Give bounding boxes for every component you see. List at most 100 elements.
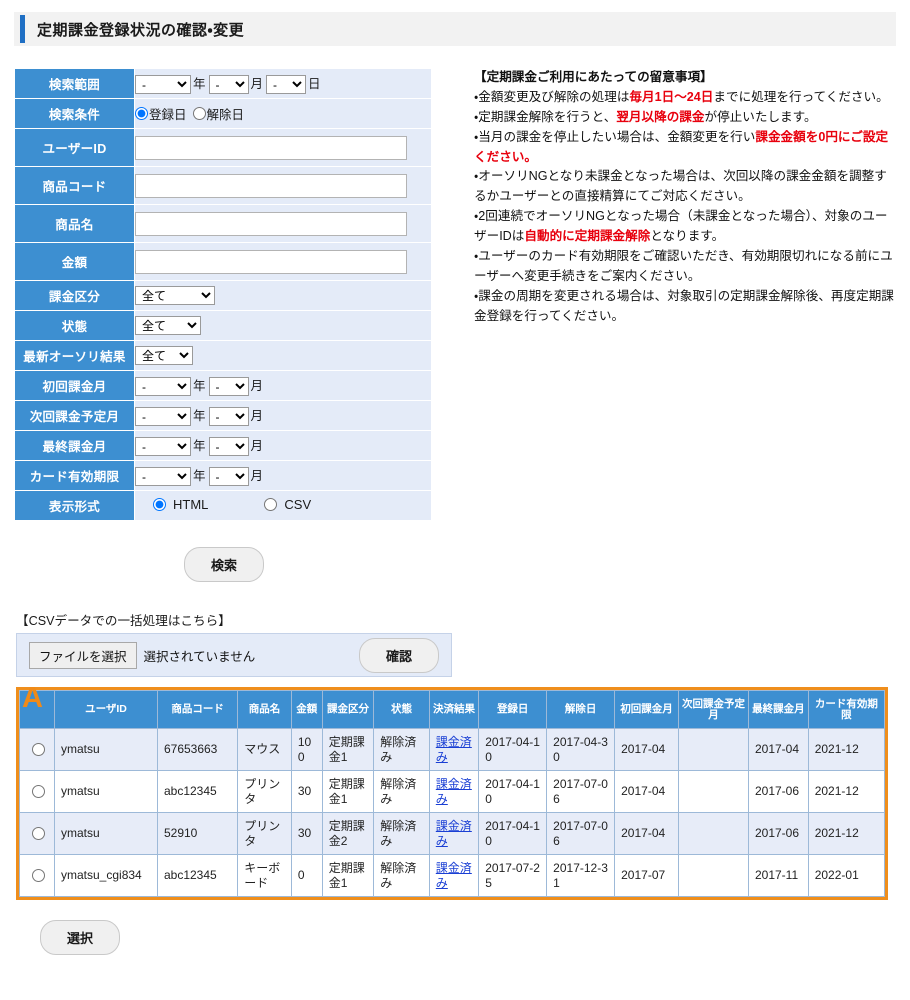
table-row[interactable]: ymatsu 67653663 マウス 100 定期課金1 解除済み 課金済み 2017-04… <box>19 728 886 771</box>
cell-pay-result: 課金済み <box>428 728 480 771</box>
unit-month: 月 <box>250 468 264 483</box>
field-card-expiry: - 年 - 月 <box>134 460 432 491</box>
cell-user-id: ymatsu <box>54 812 158 855</box>
select-button[interactable]: 選択 <box>40 920 121 955</box>
radio-label-registered-date: 登録日 <box>149 108 187 122</box>
label-next-charge-month: 次回課金予定月 <box>14 400 135 431</box>
csv-upload-box: ファイルを選択 選択されていません 確認 <box>16 633 452 677</box>
notice-highlight: 自動的に定期課金解除 <box>524 229 651 244</box>
cell-charge-type: 定期課金2 <box>321 812 375 855</box>
choose-file-button[interactable]: ファイルを選択 <box>29 641 137 669</box>
results-table: ユーザID 商品コード 商品名 金額 課金区分 状態 決済結果 登録日 解除日 初回課金月 次回課金… <box>19 690 886 897</box>
next-charge-year-select[interactable]: - <box>135 407 191 427</box>
column-header: 解除日 <box>546 690 616 729</box>
radio-registered-date[interactable] <box>135 107 148 120</box>
field-charge-type: 全て <box>134 280 432 311</box>
payment-result-link[interactable]: 課金済み <box>436 861 472 890</box>
radio-html[interactable] <box>153 498 166 511</box>
cell-first-month: 2017-04 <box>614 770 679 813</box>
notice-heading: 【定期課金ご利用にあたっての留意事項】 <box>474 70 713 84</box>
auth-result-select[interactable]: 全て <box>135 346 193 365</box>
charge-type-select[interactable]: 全て <box>135 286 215 305</box>
form-row-first-charge-month: 初回課金月 - 年 - 月 <box>14 370 432 401</box>
search-range-day-select[interactable]: - <box>266 75 307 95</box>
column-header: 初回課金月 <box>614 690 679 729</box>
row-select-cell[interactable] <box>19 770 55 813</box>
first-charge-month-select[interactable]: - <box>208 377 249 397</box>
notice-highlight: 翌月以降の課金 <box>616 109 705 124</box>
radio-option-cancelled-date[interactable]: 解除日 <box>192 104 244 123</box>
row-select-radio[interactable] <box>31 784 45 798</box>
form-row-charge-type: 課金区分 全て <box>14 280 432 311</box>
field-last-charge-month: - 年 - 月 <box>134 430 432 461</box>
cell-last-month: 2017-04 <box>747 728 809 771</box>
csv-section-label: 【CSVデータでの一括処理はこちら】 <box>16 614 231 628</box>
notice-line: ・定期課金解除を行うと、翌月以降の課金が停止いたします。 <box>474 109 817 124</box>
radio-csv[interactable] <box>264 498 278 511</box>
annotation-marker-a: A <box>22 682 43 714</box>
payment-result-link[interactable]: 課金済み <box>436 819 472 848</box>
cell-registered: 2017-07-25 <box>478 854 548 897</box>
row-select-radio[interactable] <box>31 868 45 882</box>
form-row-card-expiry: カード有効期限 - 年 - 月 <box>14 460 432 491</box>
search-range-year-select[interactable]: - <box>135 75 191 95</box>
search-form-column: 検索範囲 - 年 - 月 - 日 検索条件 登録日 解除日 ユーザーID 商品コ… <box>14 68 434 521</box>
notice-line: ・課金の周期を変更される場合は、対象取引の定期課金解除後、再度定期課金登録を行っ… <box>474 288 894 323</box>
cell-first-month: 2017-04 <box>614 728 679 771</box>
amount-input[interactable] <box>135 249 407 274</box>
radio-option-registered-date[interactable]: 登録日 <box>135 104 187 123</box>
cell-status: 解除済み <box>373 728 430 771</box>
label-display-format: 表示形式 <box>14 490 135 521</box>
form-row-amount: 金額 <box>14 242 432 281</box>
payment-result-link[interactable]: 課金済み <box>436 777 472 806</box>
label-product-code: 商品コード <box>14 166 135 205</box>
row-select-radio[interactable] <box>31 826 45 840</box>
user-id-input[interactable] <box>135 135 407 160</box>
cell-first-month: 2017-07 <box>614 854 679 897</box>
table-row[interactable]: ymatsu abc12345 プリンタ 30 定期課金1 解除済み 課金済み 2017-04… <box>19 770 886 813</box>
next-charge-month-select[interactable]: - <box>208 407 249 427</box>
notice-line: ・2回連続でオーソリNGとなった場合（未課金となった場合）、対象のユーザーIDは… <box>474 209 888 244</box>
card-expiry-year-select[interactable]: - <box>135 467 191 487</box>
status-select[interactable]: 全て <box>135 316 201 335</box>
confirm-button[interactable]: 確認 <box>358 637 439 673</box>
first-charge-year-select[interactable]: - <box>135 377 191 397</box>
search-button[interactable]: 検索 <box>183 547 264 582</box>
form-row-auth-result: 最新オーソリ結果 全て <box>14 340 432 371</box>
title-accent-bar <box>20 15 25 43</box>
row-select-radio[interactable] <box>31 742 45 756</box>
notice-line: ・ユーザーのカード有効期限をご確認いただき、有効期限切れになる前にユーザーへ変更… <box>474 249 893 283</box>
table-row[interactable]: ymatsu_cgi834 abc12345 キーボード 0 定期課金1 解除済み 課金済み… <box>19 854 886 897</box>
search-range-month-select[interactable]: - <box>208 75 249 95</box>
column-header: ユーザID <box>54 690 158 729</box>
results-header-row: ユーザID 商品コード 商品名 金額 課金区分 状態 決済結果 登録日 解除日 初回課金月 次回課金… <box>19 690 886 729</box>
cell-cancelled: 2017-07-06 <box>546 770 616 813</box>
table-row[interactable]: ymatsu 52910 プリンタ 30 定期課金2 解除済み 課金済み 2017-04-10… <box>19 812 886 855</box>
last-charge-month-select[interactable]: - <box>208 437 249 457</box>
unit-year: 年 <box>193 378 206 393</box>
last-charge-year-select[interactable]: - <box>135 437 191 457</box>
column-header: 状態 <box>373 690 430 729</box>
row-select-cell[interactable] <box>19 812 55 855</box>
cell-amount: 30 <box>290 770 323 813</box>
card-expiry-month-select[interactable]: - <box>208 467 249 487</box>
cell-cancelled: 2017-07-06 <box>546 812 616 855</box>
field-product-name <box>134 204 432 243</box>
column-header: 次回課金予定月 <box>677 690 749 729</box>
cell-amount: 0 <box>290 854 323 897</box>
cell-card-expiry: 2021-12 <box>807 770 886 813</box>
cell-registered: 2017-04-10 <box>478 770 548 813</box>
label-amount: 金額 <box>14 242 135 281</box>
form-row-product-code: 商品コード <box>14 166 432 205</box>
row-select-cell[interactable] <box>19 728 55 771</box>
cell-card-expiry: 2021-12 <box>807 728 886 771</box>
radio-option-csv[interactable]: CSV <box>264 497 311 512</box>
radio-option-html[interactable]: HTML <box>153 497 208 512</box>
row-select-cell[interactable] <box>19 854 55 897</box>
radio-cancelled-date[interactable] <box>192 107 206 120</box>
column-header: 登録日 <box>478 690 548 729</box>
product-code-input[interactable] <box>135 173 407 198</box>
product-name-input[interactable] <box>135 211 407 236</box>
payment-result-link[interactable]: 課金済み <box>436 735 472 764</box>
cell-product-code: abc12345 <box>156 854 239 897</box>
